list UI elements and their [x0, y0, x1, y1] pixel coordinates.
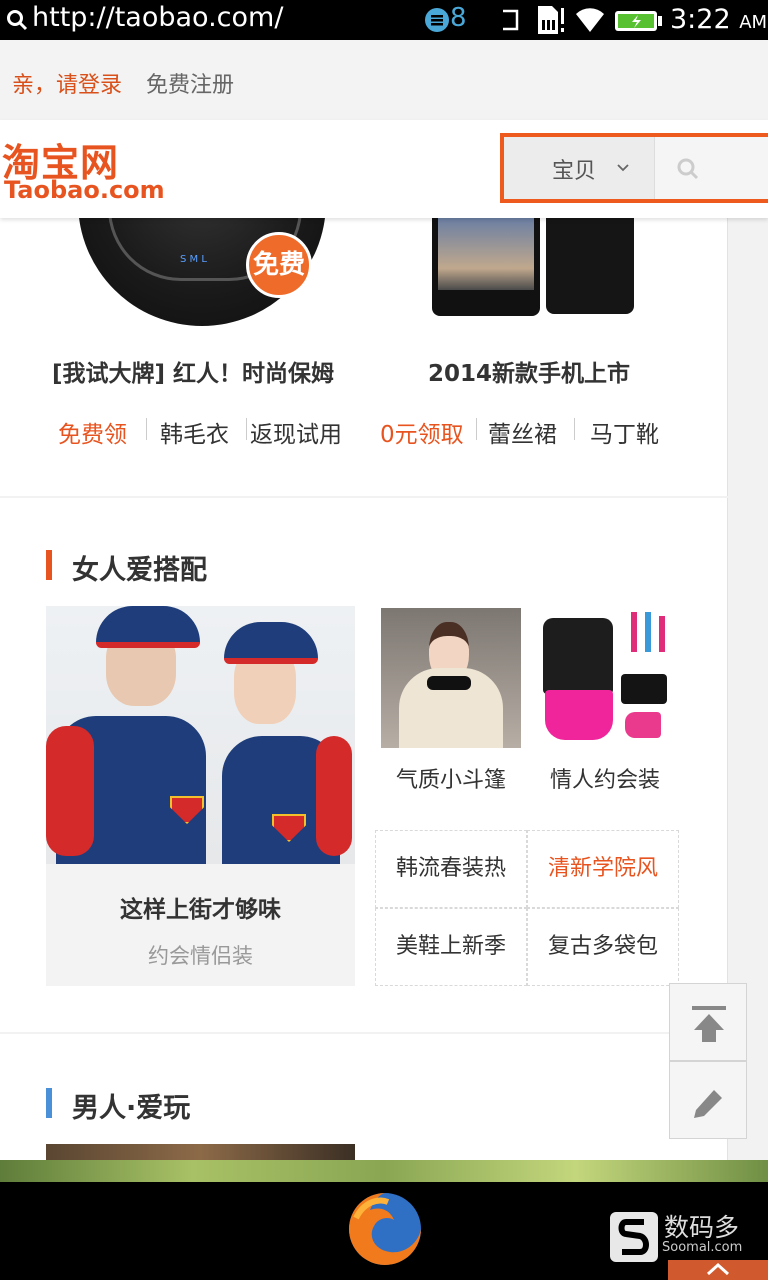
thumb-caption[interactable]: 气质小斗篷 [376, 762, 526, 794]
robot-display: S M L [180, 254, 207, 265]
search-category-label: 宝贝 [552, 159, 597, 184]
clock: 3:22 AM [670, 4, 767, 35]
watermark-text: 数码多 [664, 1213, 740, 1242]
register-link[interactable]: 免费注册 [146, 67, 234, 99]
screen-rotate-icon [503, 9, 519, 31]
battery-icon [615, 11, 662, 31]
search-icon[interactable] [676, 157, 700, 181]
section-title: 男人·爱玩 [72, 1093, 191, 1124]
feature-card[interactable]: 这样上街才够味 约会情侣装 [46, 606, 355, 986]
sim-alert-icon [538, 6, 564, 34]
arrow-up-icon [692, 1006, 726, 1042]
feature-subtitle[interactable]: 约会情侣装 [46, 940, 355, 970]
system-navbar [0, 1182, 768, 1280]
product-link[interactable]: 返现试用 [250, 415, 342, 449]
expand-tab[interactable] [668, 1260, 768, 1280]
divider [246, 418, 247, 440]
divider [574, 418, 575, 440]
site-header: 淘宝网 Taobao.com 宝贝 [0, 120, 768, 218]
product-link[interactable]: 韩毛衣 [160, 415, 229, 449]
product-title[interactable]: [我试大牌] 红人！时尚保姆 [52, 354, 334, 388]
section-accent-bar [46, 550, 52, 580]
notification-count: 8 [450, 3, 467, 33]
wifi-icon [576, 8, 604, 32]
status-bar: http://taobao.com/ 8 3:22 AM [0, 0, 768, 40]
search-icon [7, 10, 28, 31]
tag-link-highlight[interactable]: 清新学院风 [527, 830, 679, 908]
tag-link[interactable]: 美鞋上新季 [375, 908, 527, 986]
divider [476, 418, 477, 440]
pencil-icon [694, 1090, 722, 1118]
url-text[interactable]: http://taobao.com/ [32, 2, 283, 33]
product-image-robot-vacuum[interactable]: S M L 免费 [78, 218, 328, 328]
search-category-select[interactable]: 宝贝 [504, 137, 655, 199]
logo-english[interactable]: Taobao.com [4, 176, 165, 204]
edit-button[interactable] [669, 1061, 747, 1139]
login-link[interactable]: 亲，请登录 [12, 67, 122, 99]
section-men: 男人·爱玩 [0, 1034, 728, 1164]
thumb-caption[interactable]: 情人约会装 [530, 762, 680, 794]
back-to-top-button[interactable] [669, 983, 747, 1061]
wallpaper-strip [0, 1160, 768, 1182]
feature-title[interactable]: 这样上街才够味 [46, 890, 355, 924]
thumb-image-cape[interactable] [381, 608, 521, 748]
product-card: S M L 免费 [我试大牌] 红人！时尚保姆 2014新款手机上市 免费领 韩… [0, 218, 728, 496]
product-link[interactable]: 0元领取 [380, 415, 464, 449]
watermark-subtext: Soomal.com [662, 1240, 743, 1255]
section-title: 女人爱搭配 [72, 555, 207, 586]
watermark-logo-icon [610, 1212, 658, 1262]
notification-icon [425, 8, 449, 32]
thumb-image-date-outfit[interactable] [535, 608, 675, 748]
product-image-phone[interactable] [430, 218, 636, 318]
search-box[interactable]: 宝贝 [500, 133, 768, 203]
product-link[interactable]: 免费领 [58, 415, 127, 449]
product-link[interactable]: 蕾丝裙 [488, 415, 557, 449]
chevron-down-icon [617, 164, 629, 172]
firefox-icon[interactable] [344, 1188, 426, 1270]
clock-time: 3:22 [670, 4, 731, 35]
tag-link[interactable]: 复古多袋包 [527, 908, 679, 986]
product-link[interactable]: 马丁靴 [590, 415, 659, 449]
free-badge: 免费 [246, 232, 312, 298]
tag-link[interactable]: 韩流春装热 [375, 830, 527, 908]
clock-ampm: AM [739, 12, 768, 33]
section-accent-bar [46, 1088, 52, 1118]
divider [146, 418, 147, 440]
chevron-up-icon [706, 1262, 730, 1276]
section-women: 女人爱搭配 这样上街才够味 约会情侣装 气质小斗篷 情人约会装 韩流春装热 清新… [0, 498, 728, 1032]
feature-image-couple[interactable] [46, 606, 355, 864]
login-bar: 亲，请登录 免费注册 [0, 40, 768, 120]
product-title[interactable]: 2014新款手机上市 [428, 354, 630, 388]
